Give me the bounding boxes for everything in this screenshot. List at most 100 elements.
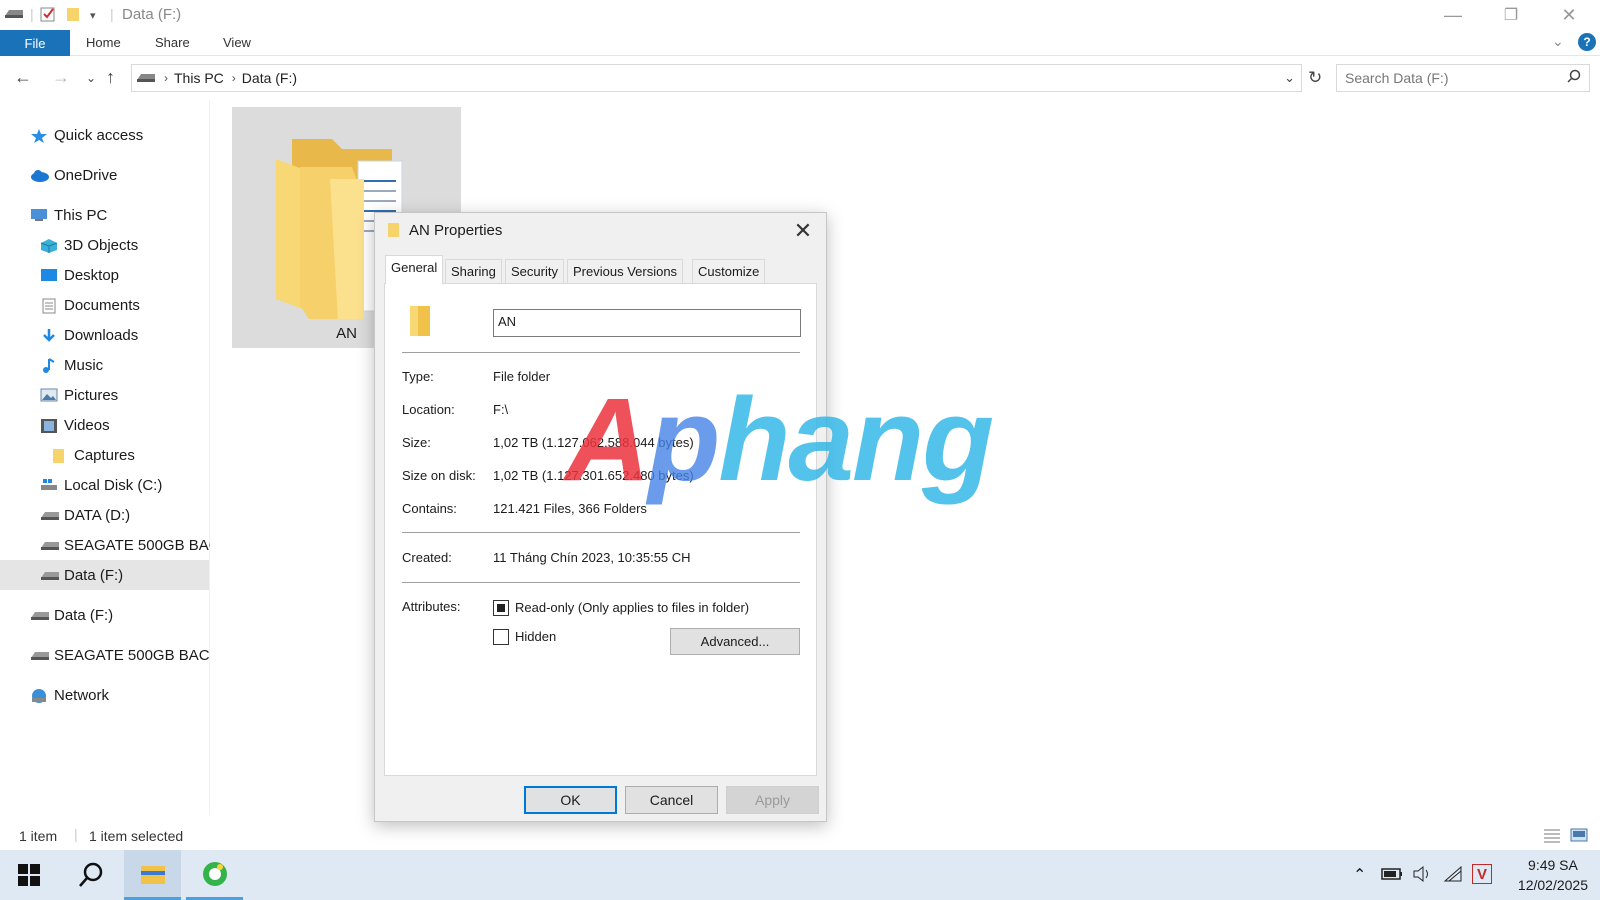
show-hidden-icons-icon[interactable]: ⌃	[1353, 865, 1366, 885]
sidebar-item-pictures[interactable]: Pictures	[40, 383, 118, 407]
sidebar-item-data-f[interactable]: Data (F:)	[30, 603, 113, 627]
general-tab-panel: AN Type: File folder Location: F:\ Size:…	[384, 283, 817, 776]
sidebar-item-label: SEAGATE 500GB BACKU	[54, 646, 210, 664]
sidebar-item-seagate[interactable]: SEAGATE 500GB BACKU	[30, 643, 210, 667]
sidebar-item-music[interactable]: Music	[40, 353, 103, 377]
tab-share[interactable]: Share	[155, 35, 190, 50]
separator: |	[74, 826, 78, 842]
tab-sharing[interactable]: Sharing	[445, 259, 502, 283]
sidebar-item-this-pc[interactable]: This PC	[30, 203, 107, 227]
search-icon[interactable]	[1567, 69, 1581, 86]
chevron-right-icon[interactable]: ›	[232, 71, 236, 85]
search-button[interactable]	[62, 850, 120, 900]
tab-general[interactable]: General	[385, 255, 444, 284]
wifi-icon[interactable]	[1443, 865, 1463, 887]
battery-icon[interactable]	[1381, 866, 1403, 887]
picture-icon	[40, 388, 58, 402]
sidebar-item-desktop[interactable]: Desktop	[40, 263, 119, 287]
sidebar-item-data-f-selected[interactable]: Data (F:)	[0, 560, 209, 590]
unikey-icon[interactable]: V	[1472, 864, 1492, 884]
coccoc-taskbar-button[interactable]	[186, 850, 243, 900]
sidebar-item-label: SEAGATE 500GB BACK	[64, 536, 210, 554]
dialog-title: AN Properties	[409, 222, 503, 239]
readonly-checkbox[interactable]	[493, 600, 509, 616]
title-bar: | ▾ | Data (F:) — ❐ ✕	[0, 0, 1600, 30]
search-icon	[79, 862, 103, 887]
address-dropdown-icon[interactable]: ⌄	[1284, 70, 1295, 86]
created-value: 11 Tháng Chín 2023, 10:35:55 CH	[493, 550, 691, 565]
drive-icon[interactable]	[4, 6, 24, 23]
sidebar-item-label: Captures	[74, 446, 135, 464]
back-icon[interactable]: ←	[14, 67, 32, 88]
tab-previous-versions[interactable]: Previous Versions	[567, 259, 684, 283]
expand-ribbon-icon[interactable]: ⌄	[1552, 33, 1564, 50]
start-button[interactable]	[0, 850, 58, 900]
ok-button[interactable]: OK	[524, 786, 617, 814]
sidebar-item-data-d[interactable]: DATA (D:)	[40, 503, 130, 527]
tab-file[interactable]: File	[0, 30, 70, 56]
sidebar-item-local-disk-c[interactable]: Local Disk (C:)	[40, 473, 162, 497]
readonly-label[interactable]: Read-only (Only applies to files in fold…	[515, 600, 749, 615]
sidebar-item-label: Data (F:)	[64, 566, 124, 584]
large-icons-view-icon[interactable]	[1570, 827, 1588, 846]
apply-button[interactable]: Apply	[726, 786, 819, 814]
search-input[interactable]: Search Data (F:)	[1336, 64, 1590, 92]
contains-value: 121.421 Files, 366 Folders	[493, 501, 647, 516]
customize-toolbar-icon[interactable]: ▾	[90, 9, 96, 22]
file-explorer-taskbar-button[interactable]	[124, 850, 181, 900]
size-on-disk-label: Size on disk:	[402, 468, 476, 483]
minimize-button[interactable]: —	[1424, 0, 1482, 30]
hidden-checkbox[interactable]	[493, 629, 509, 645]
address-bar[interactable]: › This PC › Data (F:) ⌄	[131, 64, 1302, 92]
windows-icon	[18, 864, 40, 886]
sidebar-item-label: Music	[64, 356, 104, 374]
recent-locations-icon[interactable]: ⌄	[86, 71, 96, 85]
tab-customize[interactable]: Customize	[692, 259, 766, 283]
sidebar-item-videos[interactable]: Videos	[40, 413, 110, 437]
properties-icon[interactable]	[40, 6, 56, 25]
clock[interactable]: 9:49 SA 12/02/2025	[1518, 855, 1588, 895]
sidebar-item-label: This PC	[54, 206, 108, 224]
volume-icon[interactable]	[1412, 865, 1432, 888]
tab-home[interactable]: Home	[86, 35, 121, 50]
sidebar-item-3d-objects[interactable]: 3D Objects	[40, 233, 138, 257]
drive-icon	[30, 648, 49, 662]
contains-label: Contains:	[402, 501, 457, 516]
help-icon[interactable]: ?	[1578, 33, 1596, 51]
folder-name-input[interactable]: AN	[493, 309, 801, 337]
sidebar-item-quick-access[interactable]: Quick access	[30, 123, 143, 147]
tab-view[interactable]: View	[223, 35, 251, 50]
chevron-right-icon[interactable]: ›	[164, 71, 168, 85]
music-icon	[40, 358, 58, 373]
network-icon	[30, 688, 48, 703]
divider	[402, 582, 800, 583]
advanced-button[interactable]: Advanced...	[670, 628, 800, 655]
forward-icon[interactable]: →	[52, 67, 70, 88]
film-icon	[40, 418, 58, 433]
refresh-icon[interactable]: ↻	[1308, 68, 1322, 88]
sidebar-item-documents[interactable]: Documents	[40, 293, 140, 317]
sidebar-item-downloads[interactable]: Downloads	[40, 323, 138, 347]
hidden-label[interactable]: Hidden	[515, 629, 556, 644]
sidebar-item-onedrive[interactable]: OneDrive	[30, 163, 117, 187]
restore-button[interactable]: ❐	[1482, 0, 1540, 30]
created-label: Created:	[402, 550, 452, 565]
sidebar-item-label: Network	[54, 686, 110, 704]
sidebar-item-label: 3D Objects	[64, 236, 139, 254]
dialog-close-button[interactable]: ✕	[786, 215, 820, 247]
sidebar-item-captures[interactable]: Captures	[50, 443, 135, 467]
up-icon[interactable]: ↑	[106, 67, 115, 88]
sidebar-item-network[interactable]: Network	[30, 683, 109, 707]
taskbar: ⌃ V 9:49 SA 12/02/2025	[0, 850, 1600, 900]
cancel-button[interactable]: Cancel	[625, 786, 718, 814]
clock-date: 12/02/2025	[1517, 877, 1588, 893]
sidebar-item-seagate-this-pc[interactable]: SEAGATE 500GB BACK	[40, 533, 210, 557]
breadcrumb-data-f[interactable]: Data (F:)	[242, 70, 297, 86]
new-folder-icon[interactable]	[66, 6, 82, 25]
details-view-icon[interactable]	[1543, 827, 1561, 846]
status-bar: 1 item | 1 item selected	[0, 825, 1600, 849]
breadcrumb-this-pc[interactable]: This PC	[174, 70, 224, 86]
close-button[interactable]: ✕	[1540, 0, 1598, 30]
tab-security[interactable]: Security	[505, 259, 564, 283]
drive-icon	[30, 608, 49, 622]
